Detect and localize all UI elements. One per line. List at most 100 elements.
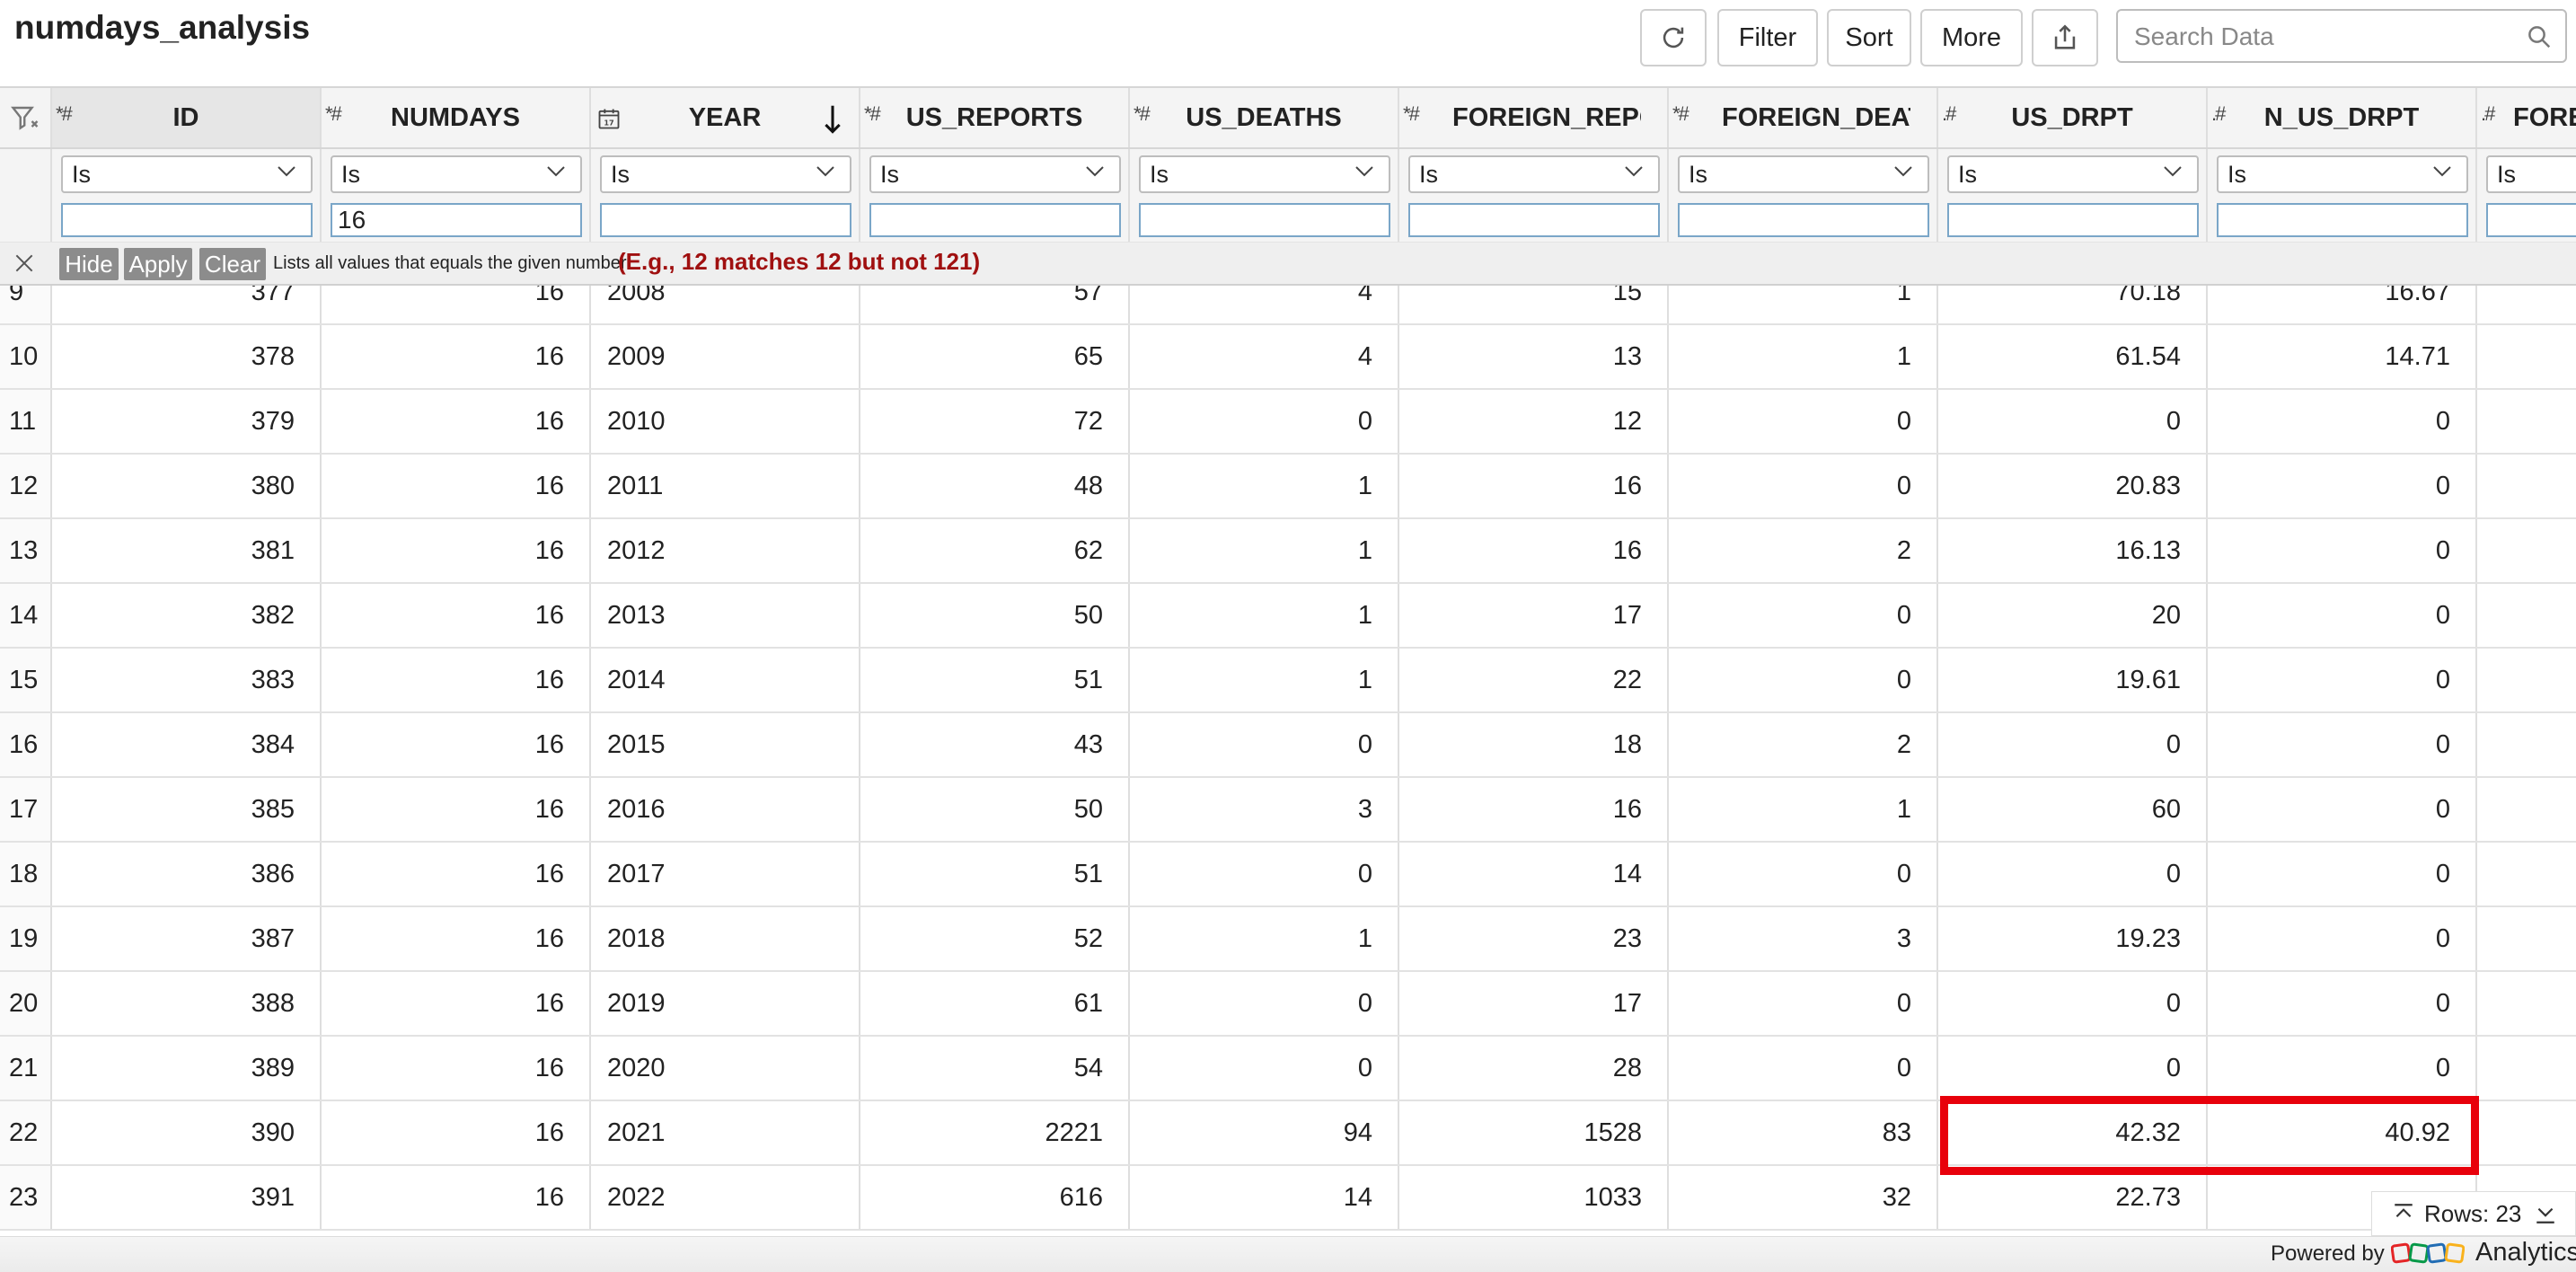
table-row[interactable]: 15 383 16 2014 51 1 22 0 19.61 0 bbox=[0, 649, 2576, 713]
filter-value-input[interactable] bbox=[1139, 203, 1390, 237]
cell-n-us-drpt[interactable]: 40.92 bbox=[2208, 1101, 2477, 1164]
cell-id[interactable]: 387 bbox=[52, 907, 322, 970]
table-row[interactable]: 17 385 16 2016 50 3 16 1 60 0 bbox=[0, 778, 2576, 843]
column-header-us-drpt[interactable]: .# US_DRPT bbox=[1938, 88, 2208, 147]
cell-us-deaths[interactable]: 0 bbox=[1130, 972, 1399, 1035]
operator-select[interactable]: Is bbox=[2486, 155, 2576, 193]
cell-us-deaths[interactable]: 1 bbox=[1130, 649, 1399, 711]
table-row[interactable]: 10 378 16 2009 65 4 13 1 61.54 14.71 bbox=[0, 325, 2576, 390]
cell-foreign-reports[interactable]: 16 bbox=[1399, 455, 1669, 517]
cell-id[interactable]: 389 bbox=[52, 1037, 322, 1100]
cell-numdays[interactable]: 16 bbox=[322, 778, 591, 841]
cell-foreign-partial[interactable] bbox=[2477, 649, 2576, 711]
operator-select[interactable]: Is bbox=[1139, 155, 1390, 193]
cell-id[interactable]: 377 bbox=[52, 286, 322, 323]
cell-us-drpt[interactable]: 70.18 bbox=[1938, 286, 2208, 323]
cell-us-deaths[interactable]: 4 bbox=[1130, 325, 1399, 388]
table-row[interactable]: 20 388 16 2019 61 0 17 0 0 0 bbox=[0, 972, 2576, 1037]
cell-id[interactable]: 391 bbox=[52, 1166, 322, 1229]
cell-foreign-reports[interactable]: 12 bbox=[1399, 390, 1669, 453]
cell-foreign-reports[interactable]: 17 bbox=[1399, 972, 1669, 1035]
table-row[interactable]: 12 380 16 2011 48 1 16 0 20.83 0 bbox=[0, 455, 2576, 519]
filter-value-input[interactable] bbox=[1678, 203, 1929, 237]
cell-foreign-partial[interactable] bbox=[2477, 390, 2576, 453]
cell-us-drpt[interactable]: 20.83 bbox=[1938, 455, 2208, 517]
cell-n-us-drpt[interactable]: 0 bbox=[2208, 584, 2477, 647]
close-icon[interactable] bbox=[13, 252, 36, 275]
cell-foreign-reports[interactable]: 17 bbox=[1399, 584, 1669, 647]
cell-us-deaths[interactable]: 0 bbox=[1130, 713, 1399, 776]
cell-id[interactable]: 390 bbox=[52, 1101, 322, 1164]
cell-us-drpt[interactable]: 61.54 bbox=[1938, 325, 2208, 388]
column-header-n-us-drpt[interactable]: .# N_US_DRPT bbox=[2208, 88, 2477, 147]
cell-us-drpt[interactable]: 20 bbox=[1938, 584, 2208, 647]
cell-us-reports[interactable]: 52 bbox=[860, 907, 1130, 970]
filter-value-input[interactable] bbox=[331, 203, 582, 237]
filter-value-input[interactable] bbox=[1408, 203, 1660, 237]
cell-us-reports[interactable]: 62 bbox=[860, 519, 1130, 582]
cell-us-reports[interactable]: 51 bbox=[860, 843, 1130, 905]
cell-numdays[interactable]: 16 bbox=[322, 455, 591, 517]
cell-id[interactable]: 384 bbox=[52, 713, 322, 776]
cell-foreign-deaths[interactable]: 0 bbox=[1669, 584, 1938, 647]
cell-us-reports[interactable]: 50 bbox=[860, 584, 1130, 647]
table-row[interactable]: 21 389 16 2020 54 0 28 0 0 0 bbox=[0, 1037, 2576, 1101]
column-header-foreign-partial[interactable]: .# FORE bbox=[2477, 88, 2576, 147]
cell-year[interactable]: 2010 bbox=[591, 390, 860, 453]
cell-foreign-partial[interactable] bbox=[2477, 972, 2576, 1035]
cell-year[interactable]: 2018 bbox=[591, 907, 860, 970]
clear-filter-button[interactable]: Clear bbox=[199, 248, 266, 280]
cell-foreign-deaths[interactable]: 1 bbox=[1669, 325, 1938, 388]
cell-foreign-deaths[interactable]: 83 bbox=[1669, 1101, 1938, 1164]
cell-us-drpt[interactable]: 0 bbox=[1938, 390, 2208, 453]
cell-us-deaths[interactable]: 0 bbox=[1130, 843, 1399, 905]
table-row[interactable]: 18 386 16 2017 51 0 14 0 0 0 bbox=[0, 843, 2576, 907]
cell-us-drpt[interactable]: 60 bbox=[1938, 778, 2208, 841]
cell-foreign-partial[interactable] bbox=[2477, 1101, 2576, 1164]
cell-foreign-deaths[interactable]: 0 bbox=[1669, 972, 1938, 1035]
filter-toggle-cell[interactable] bbox=[0, 88, 52, 147]
cell-foreign-deaths[interactable]: 0 bbox=[1669, 390, 1938, 453]
cell-numdays[interactable]: 16 bbox=[322, 972, 591, 1035]
cell-id[interactable]: 379 bbox=[52, 390, 322, 453]
cell-foreign-deaths[interactable]: 1 bbox=[1669, 778, 1938, 841]
operator-select[interactable]: Is bbox=[869, 155, 1121, 193]
cell-foreign-reports[interactable]: 23 bbox=[1399, 907, 1669, 970]
cell-us-reports[interactable]: 61 bbox=[860, 972, 1130, 1035]
filter-value-input[interactable] bbox=[2486, 203, 2576, 237]
cell-numdays[interactable]: 16 bbox=[322, 286, 591, 323]
cell-us-deaths[interactable]: 1 bbox=[1130, 519, 1399, 582]
sort-descending-icon[interactable] bbox=[823, 104, 842, 135]
cell-us-drpt[interactable]: 0 bbox=[1938, 1037, 2208, 1100]
cell-n-us-drpt[interactable]: 16.67 bbox=[2208, 286, 2477, 323]
cell-foreign-reports[interactable]: 28 bbox=[1399, 1037, 1669, 1100]
cell-us-deaths[interactable]: 0 bbox=[1130, 1037, 1399, 1100]
cell-foreign-deaths[interactable]: 0 bbox=[1669, 1037, 1938, 1100]
table-row[interactable]: 23 391 16 2022 616 14 1033 32 22.73 bbox=[0, 1166, 2576, 1231]
filter-funnel-icon[interactable] bbox=[9, 102, 41, 135]
cell-id[interactable]: 383 bbox=[52, 649, 322, 711]
cell-id[interactable]: 382 bbox=[52, 584, 322, 647]
column-header-year[interactable]: 17 YEAR bbox=[591, 88, 860, 147]
search-input[interactable] bbox=[2134, 18, 2511, 56]
cell-us-drpt[interactable]: 42.32 bbox=[1938, 1101, 2208, 1164]
cell-n-us-drpt[interactable]: 0 bbox=[2208, 1037, 2477, 1100]
cell-foreign-deaths[interactable]: 2 bbox=[1669, 713, 1938, 776]
cell-id[interactable]: 378 bbox=[52, 325, 322, 388]
cell-us-deaths[interactable]: 3 bbox=[1130, 778, 1399, 841]
cell-numdays[interactable]: 16 bbox=[322, 390, 591, 453]
cell-numdays[interactable]: 16 bbox=[322, 1037, 591, 1100]
cell-numdays[interactable]: 16 bbox=[322, 325, 591, 388]
operator-select[interactable]: Is bbox=[61, 155, 313, 193]
cell-us-drpt[interactable]: 0 bbox=[1938, 972, 2208, 1035]
cell-id[interactable]: 380 bbox=[52, 455, 322, 517]
operator-select[interactable]: Is bbox=[1678, 155, 1929, 193]
cell-n-us-drpt[interactable]: 0 bbox=[2208, 519, 2477, 582]
cell-foreign-reports[interactable]: 16 bbox=[1399, 778, 1669, 841]
cell-foreign-reports[interactable]: 15 bbox=[1399, 286, 1669, 323]
cell-n-us-drpt[interactable]: 0 bbox=[2208, 713, 2477, 776]
cell-foreign-reports[interactable]: 16 bbox=[1399, 519, 1669, 582]
column-header-us-deaths[interactable]: *# US_DEATHS bbox=[1130, 88, 1399, 147]
cell-year[interactable]: 2020 bbox=[591, 1037, 860, 1100]
cell-numdays[interactable]: 16 bbox=[322, 907, 591, 970]
